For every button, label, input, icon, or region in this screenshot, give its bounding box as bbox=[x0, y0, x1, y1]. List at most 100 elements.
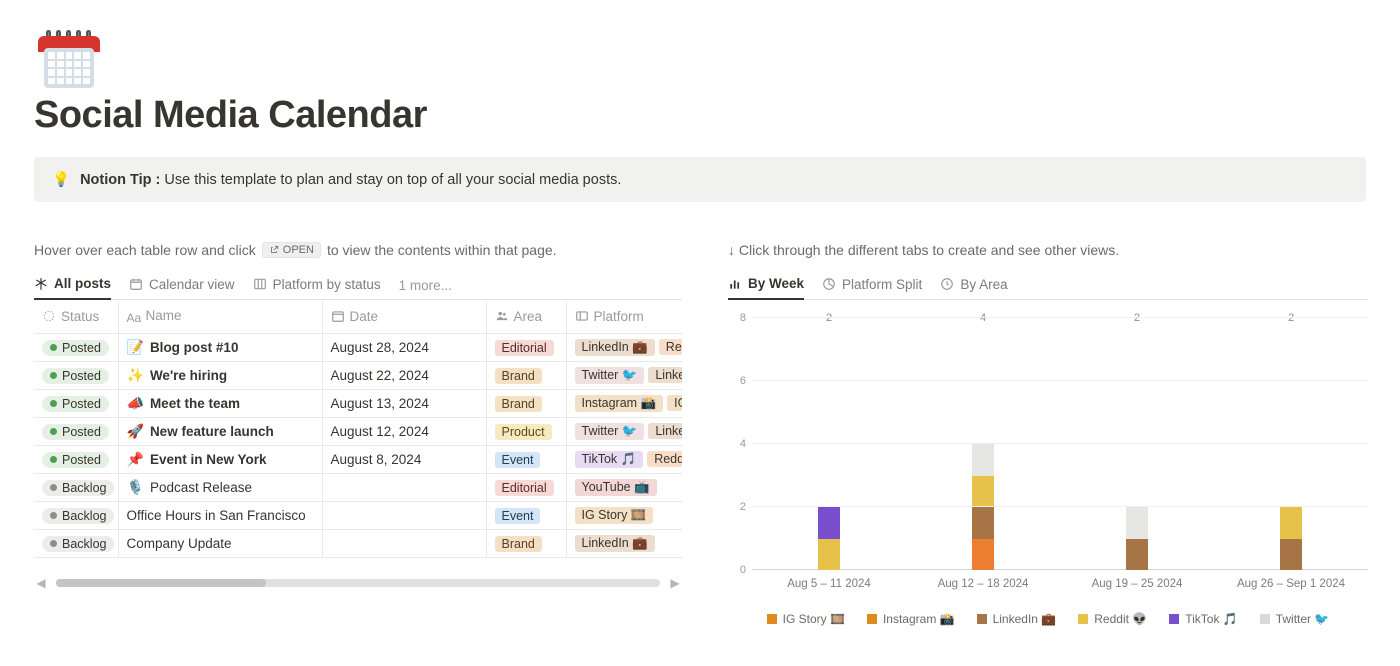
table-row[interactable]: BacklogOffice Hours in San FranciscoEven… bbox=[34, 502, 682, 530]
row-title: Meet the team bbox=[150, 396, 240, 411]
status-badge: Backlog bbox=[42, 480, 114, 496]
bar-segment bbox=[818, 507, 840, 539]
area-tag: Editorial bbox=[495, 480, 554, 496]
row-title: New feature launch bbox=[150, 424, 274, 439]
y-tick: 4 bbox=[740, 438, 746, 450]
platform-tag: Red bbox=[659, 339, 682, 355]
x-tick: Aug 19 – 25 2024 bbox=[1060, 570, 1214, 598]
bar-column[interactable]: 2 bbox=[1060, 318, 1214, 570]
legend-item[interactable]: IG Story 🎞️ bbox=[767, 612, 845, 626]
bar-total-label: 2 bbox=[752, 312, 906, 505]
people-icon bbox=[495, 309, 509, 323]
pie-chart-icon bbox=[822, 277, 836, 291]
col-date[interactable]: Date bbox=[322, 300, 486, 334]
status-badge: Backlog bbox=[42, 508, 114, 524]
col-area[interactable]: Area bbox=[486, 300, 566, 334]
area-tag: Event bbox=[495, 508, 541, 524]
scroll-thumb[interactable] bbox=[56, 579, 266, 587]
table-row[interactable]: Posted📝Blog post #10August 28, 2024Edito… bbox=[34, 334, 682, 362]
platform-tag: Twitter 🐦 bbox=[575, 423, 645, 440]
bar-segment bbox=[1280, 507, 1302, 539]
legend-item[interactable]: Instagram 📸 bbox=[867, 612, 955, 626]
scroll-left-icon[interactable]: ◀ bbox=[34, 576, 48, 590]
table-row[interactable]: Posted🚀New feature launchAugust 12, 2024… bbox=[34, 418, 682, 446]
tab-by-week[interactable]: By Week bbox=[728, 272, 804, 300]
y-tick: 6 bbox=[740, 375, 746, 387]
platform-tag: IG bbox=[667, 395, 682, 411]
calendar-icon bbox=[331, 309, 345, 323]
horizontal-scrollbar[interactable]: ◀ ▶ bbox=[34, 576, 682, 590]
platform-tag: Reddi bbox=[647, 451, 682, 467]
bar-segment bbox=[818, 539, 840, 571]
bar-segment bbox=[972, 444, 994, 476]
table-row[interactable]: BacklogCompany UpdateBrandLinkedIn 💼 bbox=[34, 530, 682, 558]
bulb-icon: 💡 bbox=[52, 171, 70, 188]
bar-segment bbox=[1280, 539, 1302, 571]
status-badge: Posted bbox=[42, 340, 109, 356]
x-tick: Aug 26 – Sep 1 2024 bbox=[1214, 570, 1368, 598]
row-date bbox=[322, 474, 486, 502]
legend-item[interactable]: Reddit 👽 bbox=[1078, 612, 1147, 626]
tip-callout: 💡 Notion Tip : Use this template to plan… bbox=[34, 157, 1366, 202]
platform-tag: LinkedIn 💼 bbox=[575, 535, 655, 552]
table-row[interactable]: Posted📣Meet the teamAugust 13, 2024Brand… bbox=[34, 390, 682, 418]
bar-total-label: 2 bbox=[1060, 312, 1214, 505]
x-tick: Aug 5 – 11 2024 bbox=[752, 570, 906, 598]
status-badge: Posted bbox=[42, 452, 109, 468]
y-tick: 8 bbox=[740, 312, 746, 324]
row-date: August 12, 2024 bbox=[322, 418, 486, 446]
status-badge: Posted bbox=[42, 368, 109, 384]
table-row[interactable]: Posted📌Event in New YorkAugust 8, 2024Ev… bbox=[34, 446, 682, 474]
left-tabs: All posts Calendar view Platform by stat… bbox=[34, 272, 682, 300]
left-hint: Hover over each table row and click OPEN… bbox=[34, 242, 682, 258]
bar-column[interactable]: 4 bbox=[906, 318, 1060, 570]
tag-icon bbox=[575, 309, 589, 323]
legend-item[interactable]: Twitter 🐦 bbox=[1260, 612, 1330, 626]
y-tick: 2 bbox=[740, 501, 746, 513]
platform-tag: Twitter 🐦 bbox=[575, 367, 645, 384]
platform-tag: Instagram 📸 bbox=[575, 395, 664, 412]
legend-item[interactable]: LinkedIn 💼 bbox=[977, 612, 1057, 626]
area-tag: Editorial bbox=[495, 340, 554, 356]
right-tabs: By Week Platform Split By Area bbox=[728, 272, 1368, 300]
col-status[interactable]: Status bbox=[34, 300, 118, 334]
area-tag: Brand bbox=[495, 368, 542, 384]
row-date bbox=[322, 530, 486, 558]
row-title: We're hiring bbox=[150, 368, 227, 383]
status-badge: Posted bbox=[42, 424, 109, 440]
platform-tag: Linke bbox=[648, 367, 682, 383]
col-name[interactable]: AaName bbox=[118, 300, 322, 334]
bar-segment bbox=[972, 507, 994, 539]
bar-total-label: 4 bbox=[906, 312, 1060, 442]
table-row[interactable]: Backlog🎙️Podcast ReleaseEditorialYouTube… bbox=[34, 474, 682, 502]
by-week-chart: 02468 2422 Aug 5 – 11 2024Aug 12 – 18 20… bbox=[728, 318, 1368, 598]
tab-more[interactable]: 1 more... bbox=[399, 278, 452, 293]
legend-item[interactable]: TikTok 🎵 bbox=[1169, 612, 1238, 626]
status-badge: Backlog bbox=[42, 536, 114, 552]
tab-all-posts[interactable]: All posts bbox=[34, 272, 111, 300]
area-tag: Product bbox=[495, 424, 552, 440]
scroll-right-icon[interactable]: ▶ bbox=[668, 576, 682, 590]
row-date bbox=[322, 502, 486, 530]
platform-tag: YouTube 📺 bbox=[575, 479, 657, 496]
bar-segment bbox=[1126, 539, 1148, 571]
area-tag: Brand bbox=[495, 396, 542, 412]
bar-column[interactable]: 2 bbox=[752, 318, 906, 570]
bar-column[interactable]: 2 bbox=[1214, 318, 1368, 570]
tab-calendar-view[interactable]: Calendar view bbox=[129, 273, 235, 299]
tab-platform-by-status[interactable]: Platform by status bbox=[253, 273, 381, 299]
area-tag: Brand bbox=[495, 536, 542, 552]
row-date: August 28, 2024 bbox=[322, 334, 486, 362]
page-icon-calendar bbox=[38, 30, 100, 88]
row-date: August 22, 2024 bbox=[322, 362, 486, 390]
page-title: Social Media Calendar bbox=[34, 94, 1366, 137]
row-date: August 8, 2024 bbox=[322, 446, 486, 474]
status-badge: Posted bbox=[42, 396, 109, 412]
tab-platform-split[interactable]: Platform Split bbox=[822, 273, 922, 299]
row-title: Event in New York bbox=[150, 452, 267, 467]
tab-by-area[interactable]: By Area bbox=[940, 273, 1007, 299]
table-row[interactable]: Posted✨We're hiringAugust 22, 2024BrandT… bbox=[34, 362, 682, 390]
col-platform[interactable]: Platform bbox=[566, 300, 682, 334]
row-title: Blog post #10 bbox=[150, 340, 239, 355]
scroll-track[interactable] bbox=[56, 579, 660, 587]
